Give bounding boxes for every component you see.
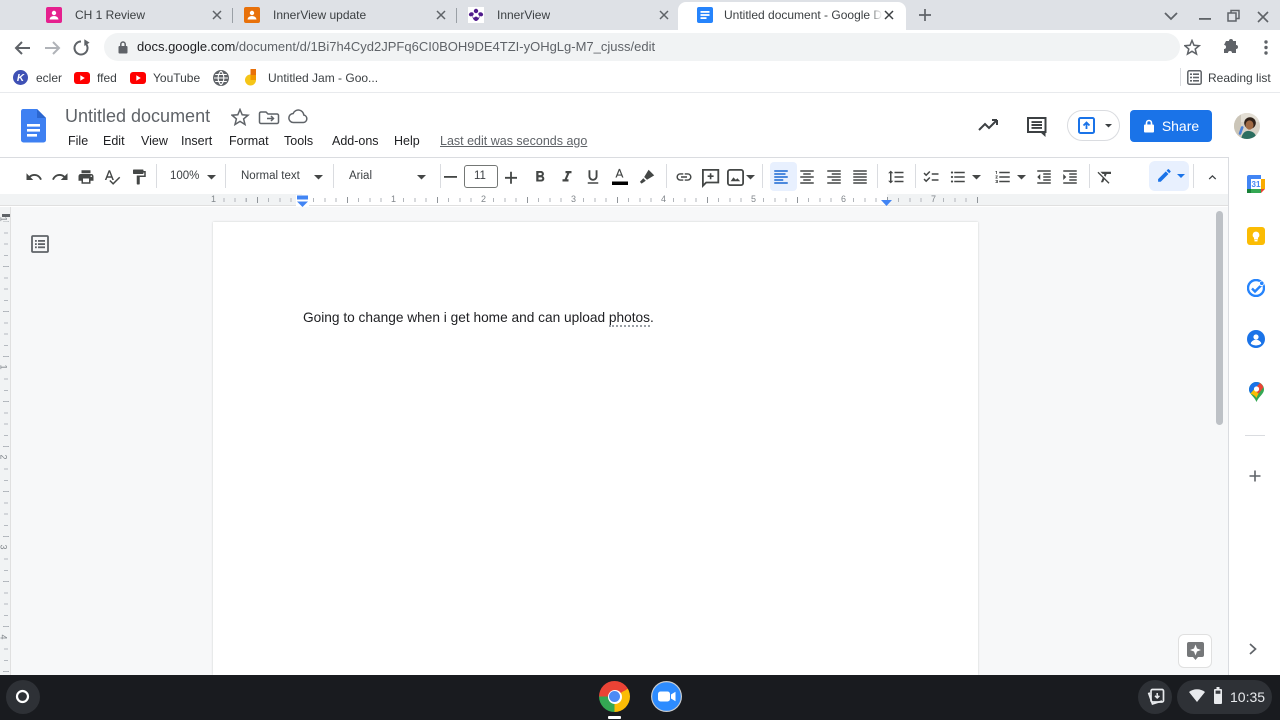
svg-text:K: K [17, 73, 25, 84]
svg-text:31: 31 [1252, 180, 1261, 189]
